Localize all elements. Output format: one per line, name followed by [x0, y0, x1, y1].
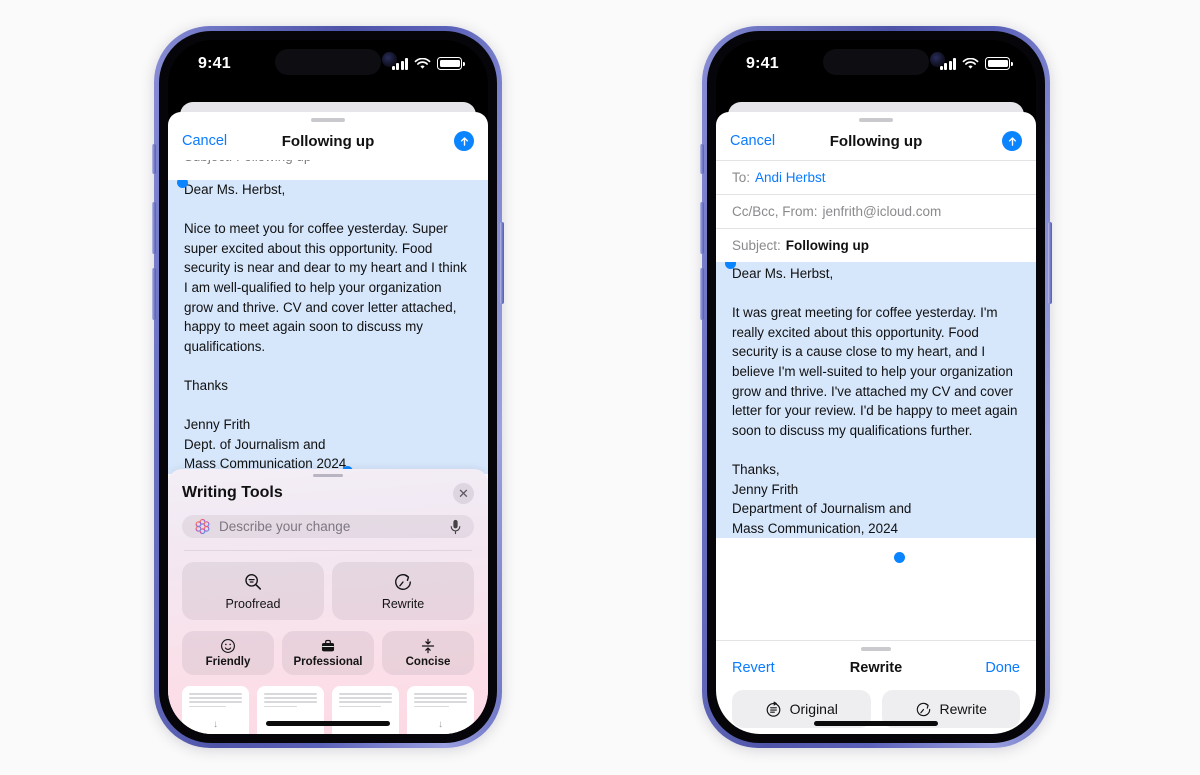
original-document-icon — [765, 701, 782, 718]
proofread-magnifier-icon — [243, 572, 263, 592]
action-button[interactable] — [700, 144, 704, 174]
subject-field-label: Subject: — [732, 238, 781, 253]
writing-tools-divider — [184, 550, 472, 551]
cc-bcc-from-value[interactable]: jenfrith@icloud.com — [823, 204, 942, 219]
dynamic-island — [275, 49, 381, 75]
compose-navbar-left: Cancel Following up — [168, 122, 488, 160]
compress-arrows-icon — [420, 638, 436, 654]
proofread-label: Proofread — [225, 596, 281, 611]
send-arrow-up-icon — [460, 136, 468, 146]
send-button[interactable] — [1002, 131, 1022, 151]
summary-down-arrow-icon: ↓ — [438, 718, 443, 730]
describe-change-placeholder: Describe your change — [219, 519, 351, 535]
done-button[interactable]: Done — [985, 660, 1020, 676]
compose-sheet-left: Cancel Following up Subject: Following u… — [168, 112, 488, 734]
microphone-icon[interactable] — [449, 519, 462, 535]
summary-card[interactable]: ↓ — [182, 685, 249, 734]
phone-screen-left: 9:41 Cancel Following up Dear Ms. Herbst… — [168, 40, 488, 734]
email-body-text-right[interactable]: Dear Ms. Herbst, It was great meeting fo… — [716, 262, 1036, 539]
compose-navbar-right: Cancel Following up — [716, 122, 1036, 160]
summary-cards-row: ↓ ↓ — [182, 685, 474, 734]
to-field-value[interactable]: Andi Herbst — [755, 170, 826, 185]
phone-device-left: 9:41 Cancel Following up Dear Ms. Herbst… — [152, 26, 504, 748]
writing-tools-grabber[interactable] — [313, 474, 343, 477]
cc-bcc-from-label: Cc/Bcc, From: — [732, 204, 818, 219]
wifi-icon — [414, 57, 431, 70]
phone-bezel-right: 9:41 Cancel Following up To: Andi Herbst… — [707, 31, 1045, 743]
status-bar-left: 9:41 — [168, 40, 488, 87]
volume-up-button[interactable] — [152, 202, 156, 254]
email-body-area-right: Dear Ms. Herbst, It was great meeting fo… — [716, 262, 1036, 640]
writing-tools-tone-actions: Friendly Professional Concise — [182, 630, 474, 675]
status-time: 9:41 — [198, 54, 231, 72]
phone-device-right: 9:41 Cancel Following up To: Andi Herbst… — [700, 26, 1052, 748]
send-button[interactable] — [454, 131, 474, 151]
front-camera-icon — [930, 52, 945, 67]
phone-screen-right: 9:41 Cancel Following up To: Andi Herbst… — [716, 40, 1036, 734]
canvas: 9:41 Cancel Following up Dear Ms. Herbst… — [0, 0, 1200, 775]
apple-intelligence-icon — [194, 518, 211, 535]
rewrite-toolbar-grabber[interactable] — [861, 647, 891, 651]
to-field[interactable]: To: Andi Herbst — [716, 160, 1036, 194]
describe-change-input[interactable]: Describe your change — [182, 514, 474, 539]
compose-sheet-right: Cancel Following up To: Andi Herbst Cc/B… — [716, 112, 1036, 734]
rewrite-toolbar-header: Revert Rewrite Done — [732, 658, 1020, 678]
phone-bezel-left: 9:41 Cancel Following up Dear Ms. Herbst… — [159, 31, 497, 743]
professional-button[interactable]: Professional — [282, 630, 374, 675]
summary-card[interactable] — [332, 685, 399, 734]
selection-handle-end[interactable] — [894, 552, 905, 563]
wifi-icon — [962, 57, 979, 70]
home-indicator-right[interactable] — [814, 721, 938, 726]
dynamic-island — [823, 49, 929, 75]
writing-tools-header: Writing Tools ✕ — [182, 482, 474, 504]
email-body-text-left[interactable]: Dear Ms. Herbst, Nice to meet you for co… — [168, 180, 488, 474]
rewrite-toolbar: Revert Rewrite Done Original Rewrite — [716, 640, 1036, 734]
proofread-button[interactable]: Proofread — [182, 561, 324, 620]
volume-up-button[interactable] — [700, 202, 704, 254]
status-indicators — [391, 57, 465, 70]
concise-label: Concise — [405, 656, 451, 669]
volume-down-button[interactable] — [700, 268, 704, 320]
home-indicator-left[interactable] — [266, 721, 390, 726]
writing-tools-title: Writing Tools — [182, 484, 283, 502]
rewrite-toolbar-title: Rewrite — [849, 660, 903, 676]
battery-icon — [985, 57, 1013, 70]
revert-button[interactable]: Revert — [732, 660, 775, 676]
battery-icon — [437, 57, 465, 70]
concise-button[interactable]: Concise — [382, 630, 474, 675]
briefcase-icon — [320, 638, 336, 654]
subject-field[interactable]: Subject: Following up — [716, 228, 1036, 262]
cancel-button[interactable]: Cancel — [182, 133, 227, 149]
power-button[interactable] — [500, 222, 504, 304]
rewrite-label: Rewrite — [381, 596, 425, 611]
summary-card[interactable] — [257, 685, 324, 734]
status-time: 9:41 — [746, 54, 779, 72]
status-indicators — [939, 57, 1013, 70]
friendly-label: Friendly — [205, 656, 251, 669]
send-arrow-up-icon — [1008, 136, 1016, 146]
summary-card[interactable]: ↓ — [407, 685, 474, 734]
smiley-face-icon — [220, 638, 236, 654]
cancel-button[interactable]: Cancel — [730, 133, 775, 149]
to-field-label: To: — [732, 170, 751, 185]
subject-field-value[interactable]: Following up — [786, 238, 869, 253]
rewrite-clock-arrow-icon — [915, 701, 932, 718]
friendly-button[interactable]: Friendly — [182, 630, 274, 675]
close-icon[interactable]: ✕ — [453, 482, 474, 504]
professional-label: Professional — [293, 656, 363, 669]
front-camera-icon — [382, 52, 397, 67]
scrolled-subject-field: Subject: Following up — [168, 160, 488, 180]
rewrite-clock-arrow-icon — [393, 572, 413, 592]
action-button[interactable] — [152, 144, 156, 174]
rewrite-option-label: Rewrite — [939, 701, 987, 717]
power-button[interactable] — [1048, 222, 1052, 304]
original-option-label: Original — [789, 701, 838, 717]
volume-down-button[interactable] — [152, 268, 156, 320]
rewrite-button[interactable]: Rewrite — [332, 561, 474, 620]
status-bar-right: 9:41 — [716, 40, 1036, 87]
summary-down-arrow-icon: ↓ — [213, 718, 218, 730]
writing-tools-panel: Writing Tools ✕ Describe your change Pro… — [168, 469, 488, 734]
writing-tools-primary-actions: Proofread Rewrite — [182, 561, 474, 620]
cc-bcc-from-field[interactable]: Cc/Bcc, From: jenfrith@icloud.com — [716, 194, 1036, 228]
